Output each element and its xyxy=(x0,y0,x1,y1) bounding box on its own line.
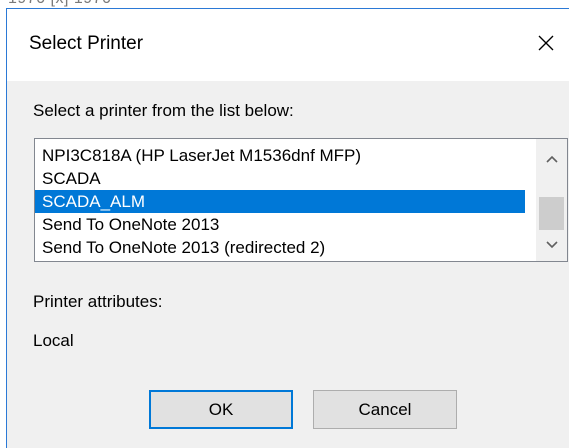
title-bar: Select Printer xyxy=(7,9,569,81)
cancel-button[interactable]: Cancel xyxy=(313,390,457,429)
printer-list-item[interactable]: Send To OneNote 2013 xyxy=(35,213,525,236)
printer-list-item[interactable]: Send To OneNote 2013 (redirected 2) xyxy=(35,236,525,259)
ok-button[interactable]: OK xyxy=(149,390,293,429)
scroll-down-button[interactable] xyxy=(536,229,567,261)
scroll-thumb[interactable] xyxy=(539,197,564,230)
listbox-scrollbar[interactable] xyxy=(536,139,567,261)
printer-list-item[interactable]: NPI3C818A (HP LaserJet M1536dnf MFP) xyxy=(35,144,525,167)
printer-attributes-value: Local xyxy=(33,331,74,350)
close-icon xyxy=(538,35,554,51)
scroll-up-button[interactable] xyxy=(536,143,567,175)
select-printer-dialog: Select Printer Select a printer from the… xyxy=(6,8,569,448)
chevron-up-icon xyxy=(545,155,558,163)
printer-list-item[interactable]: SCADA xyxy=(35,167,525,190)
printer-list-items: NPI3C818A (HP LaserJet M1536dnf MFP) SCAD… xyxy=(35,144,525,259)
close-button[interactable] xyxy=(523,23,569,63)
screen: 1970 [x] 1970 Select Printer Select a pr… xyxy=(0,0,569,448)
printer-listbox[interactable]: NPI3C818A (HP LaserJet M1536dnf MFP) SCAD… xyxy=(34,138,568,262)
background-window-fragment: 1970 [x] 1970 xyxy=(8,0,111,8)
chevron-down-icon xyxy=(545,241,558,249)
dialog-title: Select Printer xyxy=(29,33,144,54)
printer-attributes-label: Printer attributes: xyxy=(33,292,163,311)
printer-list-prompt: Select a printer from the list below: xyxy=(33,101,294,120)
printer-list-item[interactable]: SCADA_ALM xyxy=(35,190,525,213)
